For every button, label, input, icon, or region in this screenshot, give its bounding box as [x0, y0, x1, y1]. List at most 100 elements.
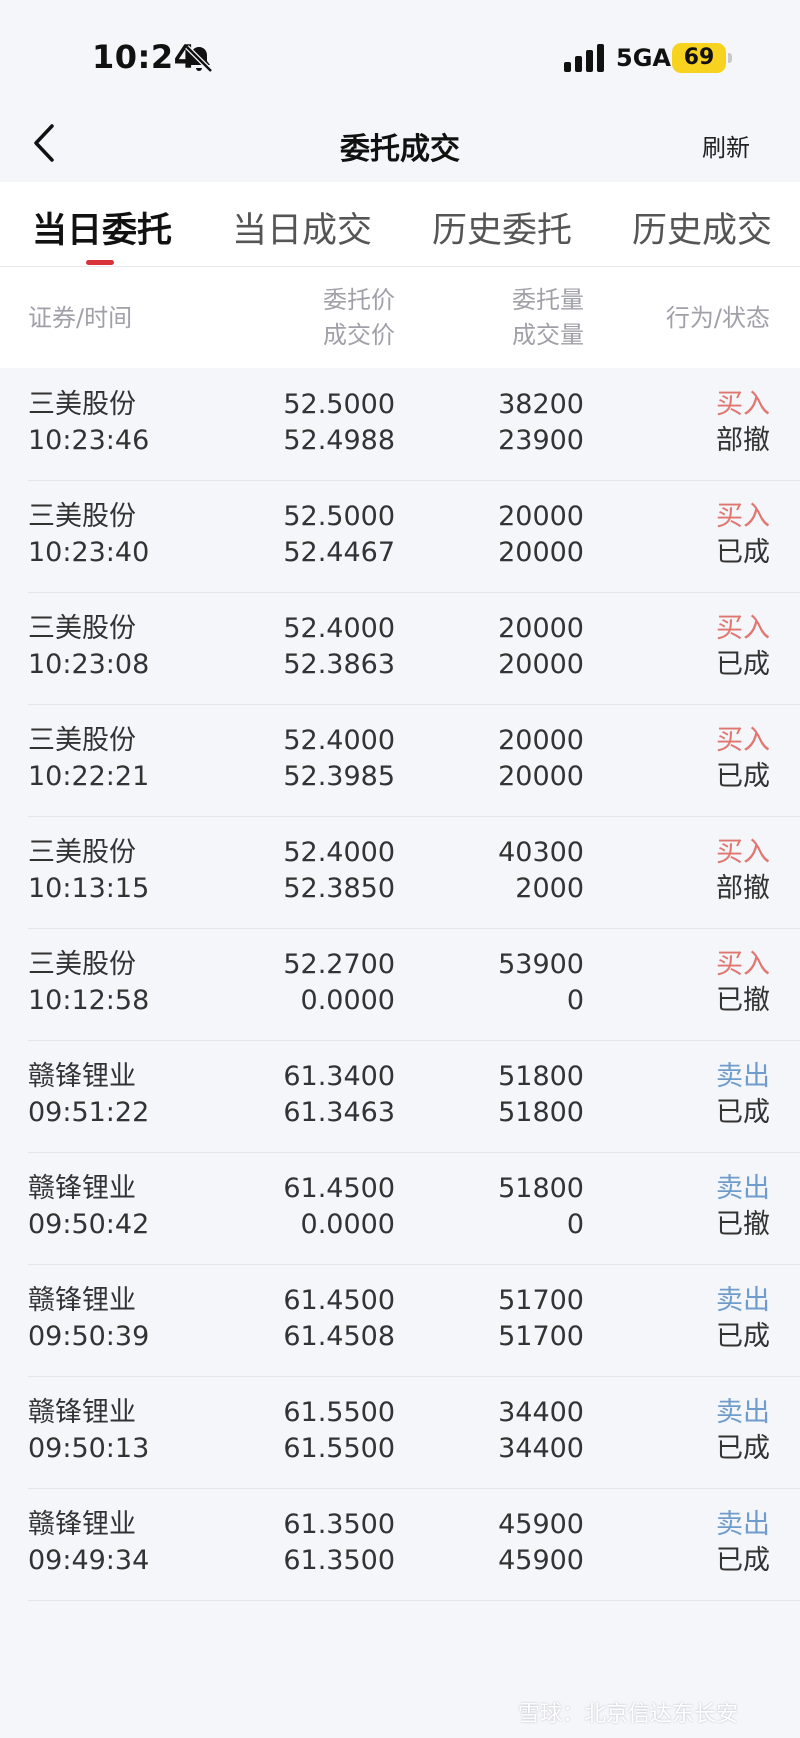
table-row[interactable]: 赣锋锂业 09:51:22 61.3400 61.3463 51800 51800 卖出 已成 — [0, 1041, 800, 1153]
order-price: 52.4000 — [283, 725, 395, 756]
action-label: 买入 — [716, 837, 770, 868]
order-qty: 53900 — [498, 949, 584, 980]
table-row[interactable]: 赣锋锂业 09:50:13 61.5500 61.5500 34400 34400 卖出 已成 — [0, 1377, 800, 1489]
security-name: 三美股份 — [28, 389, 136, 420]
header-deal-qty: 成交量 — [512, 321, 584, 349]
deal-qty: 0 — [566, 1209, 584, 1240]
status-time: 10:24 — [92, 38, 197, 76]
status-label: 已撤 — [716, 985, 770, 1016]
order-qty: 51800 — [498, 1061, 584, 1092]
header-security-time: 证券/时间 — [28, 304, 133, 332]
status-bar: 10:24 5GA 69 — [0, 0, 800, 100]
order-list: 三美股份 10:23:46 52.5000 52.4988 38200 23900 买入 部撤… — [0, 369, 800, 1601]
deal-price: 0.0000 — [300, 985, 395, 1016]
table-row[interactable]: 赣锋锂业 09:50:39 61.4500 61.4508 51700 51700 卖出 已成 — [0, 1265, 800, 1377]
table-row[interactable]: 三美股份 10:22:21 52.4000 52.3985 20000 20000 买入 已成 — [0, 705, 800, 817]
status-label: 已成 — [716, 1433, 770, 1464]
header-deal-price: 成交价 — [323, 321, 395, 349]
action-label: 买入 — [716, 389, 770, 420]
action-label: 卖出 — [716, 1285, 770, 1316]
order-time: 09:50:13 — [28, 1433, 150, 1464]
action-label: 卖出 — [716, 1173, 770, 1204]
battery-icon: 69 — [672, 43, 726, 73]
table-row[interactable]: 三美股份 10:13:15 52.4000 52.3850 40300 2000 买入 部撤 — [0, 817, 800, 929]
order-price: 61.4500 — [283, 1285, 395, 1316]
status-label: 已成 — [716, 1097, 770, 1128]
order-time: 10:12:58 — [28, 985, 150, 1016]
order-qty: 45900 — [498, 1509, 584, 1540]
header-order-qty: 委托量 — [512, 286, 584, 314]
deal-qty: 51700 — [498, 1321, 584, 1352]
status-label: 已撤 — [716, 1209, 770, 1240]
action-label: 卖出 — [716, 1061, 770, 1092]
table-row[interactable]: 三美股份 10:23:46 52.5000 52.4988 38200 23900 买入 部撤 — [0, 369, 800, 481]
deal-qty: 34400 — [498, 1433, 584, 1464]
battery-tip — [728, 53, 732, 63]
table-header: 证券/时间 委托价 成交价 委托量 成交量 行为/状态 — [0, 267, 800, 368]
action-label: 卖出 — [716, 1509, 770, 1540]
status-label: 已成 — [716, 649, 770, 680]
tab-history-deals[interactable]: 历史成交 — [632, 202, 772, 253]
page-title: 委托成交 — [340, 132, 460, 167]
order-time: 09:49:34 — [28, 1545, 150, 1576]
order-price: 61.3500 — [283, 1509, 395, 1540]
deal-price: 52.3850 — [283, 873, 395, 904]
deal-qty: 2000 — [515, 873, 584, 904]
order-time: 10:23:40 — [28, 537, 150, 568]
order-time: 10:13:15 — [28, 873, 150, 904]
security-name: 赣锋锂业 — [28, 1285, 136, 1316]
bell-muted-icon — [185, 45, 213, 73]
deal-price: 61.4508 — [283, 1321, 395, 1352]
action-label: 买入 — [716, 725, 770, 756]
table-row[interactable]: 三美股份 10:23:40 52.5000 52.4467 20000 20000 买入 已成 — [0, 481, 800, 593]
action-label: 卖出 — [716, 1397, 770, 1428]
refresh-button[interactable]: 刷新 — [702, 128, 750, 163]
deal-qty: 45900 — [498, 1545, 584, 1576]
table-row[interactable]: 三美股份 10:12:58 52.2700 0.0000 53900 0 买入 已撤 — [0, 929, 800, 1041]
network-type: 5GA — [616, 44, 671, 72]
table-row[interactable]: 赣锋锂业 09:50:42 61.4500 0.0000 51800 0 卖出已撤 — [0, 1153, 800, 1265]
status-label: 已成 — [716, 537, 770, 568]
nav-bar: 委托成交 刷新 — [0, 100, 800, 182]
security-name: 赣锋锂业 — [28, 1061, 136, 1092]
deal-price: 61.3500 — [283, 1545, 395, 1576]
order-qty: 51800 — [498, 1173, 584, 1204]
order-price: 61.4500 — [283, 1173, 395, 1204]
order-qty: 38200 — [498, 389, 584, 420]
status-label: 已成 — [716, 1545, 770, 1576]
order-price: 52.2700 — [283, 949, 395, 980]
watermark: 雪球：北京信达东长安 — [518, 1702, 739, 1727]
status-label: 部撤 — [716, 873, 770, 904]
signal-icon — [564, 44, 604, 72]
deal-price: 52.4988 — [283, 425, 395, 456]
order-price: 52.4000 — [283, 613, 395, 644]
action-label: 买入 — [716, 613, 770, 644]
security-name: 赣锋锂业 — [28, 1173, 136, 1204]
order-time: 09:50:42 — [28, 1209, 150, 1240]
deal-price: 52.3985 — [283, 761, 395, 792]
security-name: 三美股份 — [28, 725, 136, 756]
deal-price: 0.0000 — [300, 1209, 395, 1240]
security-name: 三美股份 — [28, 837, 136, 868]
status-label: 已成 — [716, 761, 770, 792]
security-name: 三美股份 — [28, 501, 136, 532]
order-time: 09:50:39 — [28, 1321, 150, 1352]
tab-today-deals[interactable]: 当日成交 — [232, 202, 372, 253]
active-tab-indicator — [86, 260, 114, 265]
order-time: 10:23:08 — [28, 649, 150, 680]
tab-today-orders[interactable]: 当日委托 — [32, 202, 172, 253]
deal-price: 52.3863 — [283, 649, 395, 680]
security-name: 三美股份 — [28, 949, 136, 980]
order-qty: 20000 — [498, 725, 584, 756]
status-label: 已成 — [716, 1321, 770, 1352]
order-price: 61.5500 — [283, 1397, 395, 1428]
tab-bar: 当日委托 当日成交 历史委托 历史成交 — [0, 182, 800, 267]
action-label: 买入 — [716, 501, 770, 532]
header-action-status: 行为/状态 — [665, 304, 770, 332]
table-row[interactable]: 三美股份 10:23:08 52.4000 52.3863 20000 20000 买入 已成 — [0, 593, 800, 705]
table-row[interactable]: 赣锋锂业 09:49:34 61.3500 61.3500 45900 45900 卖出已成 — [0, 1489, 800, 1601]
header-order-price: 委托价 — [323, 286, 395, 314]
tab-history-orders[interactable]: 历史委托 — [432, 202, 572, 253]
deal-qty: 20000 — [498, 537, 584, 568]
security-name: 赣锋锂业 — [28, 1509, 136, 1540]
